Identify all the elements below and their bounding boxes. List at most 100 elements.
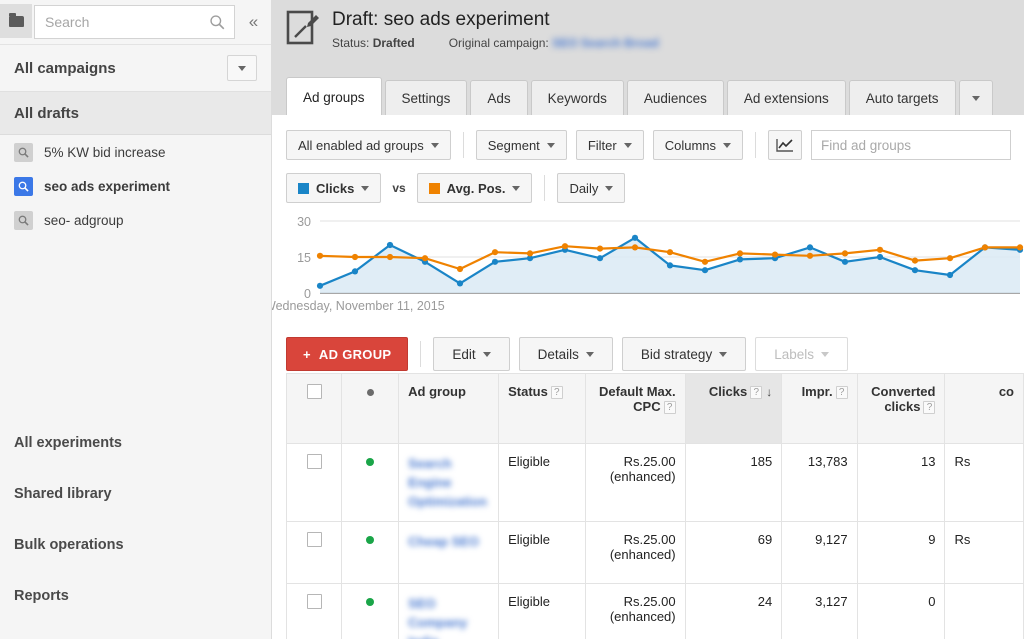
cpc-value: Rs.25.00: [623, 594, 676, 609]
columns-button[interactable]: Columns: [652, 130, 743, 160]
add-ad-group-button[interactable]: + AD GROUP: [286, 337, 409, 371]
header-ad-group[interactable]: Ad group: [398, 373, 500, 444]
select-all-checkbox[interactable]: [306, 384, 322, 399]
chevron-down-icon: [546, 142, 555, 148]
tab-ad-groups[interactable]: Ad groups: [286, 77, 382, 116]
impr-value: 3,127: [815, 594, 848, 609]
converted-clicks-value: 9: [928, 532, 936, 547]
row-cpc-cell: Rs.25.00 (enhanced): [585, 521, 686, 584]
table-row[interactable]: SEO Company India Eligible Rs.25.00(enha…: [285, 583, 1024, 639]
tab-auto-targets[interactable]: Auto targets: [848, 80, 956, 116]
search-field-wrap[interactable]: [34, 5, 235, 39]
draft-meta: Status: Drafted Original campaign: SEO S…: [332, 36, 659, 50]
original-campaign-value[interactable]: SEO Search Broad: [552, 36, 659, 50]
help-icon[interactable]: ?: [750, 386, 763, 399]
table-row[interactable]: Cheap SEO Eligible Rs.25.00 (enhanced) 69…: [285, 521, 1024, 584]
granularity-select[interactable]: Daily: [557, 173, 626, 203]
header-select-all[interactable]: [285, 373, 343, 444]
row-checkbox-cell[interactable]: [285, 583, 343, 639]
row-checkbox[interactable]: [306, 454, 322, 469]
bid-strategy-button[interactable]: Bid strategy: [621, 337, 747, 371]
row-ad-group-cell[interactable]: Search Engine Optimization: [398, 443, 500, 522]
tab-ad-extensions[interactable]: Ad extensions: [726, 80, 846, 116]
header-impressions[interactable]: Impr.?: [781, 373, 858, 444]
draft-header: Draft: seo ads experiment Status: Drafte…: [272, 0, 1024, 58]
tab-label: Ads: [487, 91, 511, 106]
details-button[interactable]: Details: [518, 337, 613, 371]
ad-groups-table-wrap: Ad group Status? Default Max. CPC? Click…: [272, 373, 1024, 639]
edit-label: Edit: [452, 346, 476, 362]
page-title: Draft: seo ads experiment: [332, 9, 550, 30]
row-checkbox[interactable]: [306, 532, 322, 547]
ad-group-link[interactable]: SEO Company India: [408, 594, 489, 639]
svg-text:30: 30: [297, 215, 311, 229]
table-body: Search Engine Optimization Eligible Rs.2…: [285, 443, 1024, 639]
header-clicks[interactable]: Clicks? ↓: [684, 373, 783, 444]
help-icon[interactable]: ?: [835, 386, 848, 399]
all-campaigns-dropdown-button[interactable]: [227, 55, 257, 81]
sidebar-draft-item-1[interactable]: seo ads experiment: [0, 169, 271, 203]
segment-button[interactable]: Segment: [475, 130, 567, 160]
row-ad-group-cell[interactable]: Cheap SEO: [398, 521, 500, 584]
cost-conv-value: Rs: [954, 454, 971, 469]
help-icon[interactable]: ?: [923, 401, 936, 414]
sidebar-item-all-drafts[interactable]: All drafts: [0, 91, 271, 135]
ad-group-view-select[interactable]: All enabled ad groups: [286, 130, 451, 160]
help-icon[interactable]: ?: [663, 401, 676, 414]
impr-value: 13,783: [807, 454, 848, 469]
chevron-down-icon: [971, 96, 980, 101]
table-row[interactable]: Search Engine Optimization Eligible Rs.2…: [285, 443, 1024, 522]
find-ad-groups-input[interactable]: [811, 130, 1011, 160]
ad-group-link[interactable]: Cheap SEO: [408, 532, 489, 551]
row-checkbox[interactable]: [306, 594, 322, 609]
secondary-metric-label: Avg. Pos.: [446, 180, 506, 196]
labels-button[interactable]: Labels: [755, 337, 848, 371]
tab-settings[interactable]: Settings: [384, 80, 468, 116]
sidebar-draft-item-0[interactable]: 5% KW bid increase: [0, 135, 271, 169]
tab-label: Ad groups: [303, 89, 365, 105]
divider: [755, 132, 756, 158]
header-status[interactable]: Status?: [498, 373, 587, 444]
line-chart-icon: [776, 138, 793, 152]
folder-icon[interactable]: [0, 4, 32, 38]
header-default-max-cpc[interactable]: Default Max. CPC?: [585, 373, 686, 444]
details-label: Details: [537, 346, 579, 362]
sidebar-item-reports[interactable]: Reports: [0, 570, 271, 621]
sidebar-item-bulk-operations[interactable]: Bulk operations: [0, 519, 271, 570]
tab-audiences[interactable]: Audiences: [626, 80, 724, 116]
help-icon[interactable]: ?: [550, 386, 563, 399]
ad-group-link[interactable]: Search Engine Optimization: [408, 454, 489, 511]
header-converted-clicks[interactable]: Converted clicks?: [856, 373, 946, 444]
tab-label: Settings: [401, 91, 451, 106]
filter-button[interactable]: Filter: [575, 130, 644, 160]
header-cost-per-converted-click[interactable]: co: [944, 373, 1024, 444]
sidebar-item-shared-library[interactable]: Shared library: [0, 468, 271, 519]
status-dot-icon: [366, 536, 375, 544]
main-panel: Draft: seo ads experiment Status: Drafte…: [272, 0, 1024, 639]
chart-start-date-label: Wednesday, November 11, 2015: [272, 299, 445, 313]
row-status-cell: Eligible: [498, 583, 587, 639]
sidebar-item-all-experiments[interactable]: All experiments: [0, 417, 271, 468]
sidebar-draft-item-2[interactable]: seo- adgroup: [0, 203, 271, 237]
bid-strategy-label: Bid strategy: [640, 346, 713, 362]
search-input[interactable]: [35, 6, 234, 38]
edit-button[interactable]: Edit: [433, 337, 510, 371]
row-ad-group-cell[interactable]: SEO Company India: [398, 583, 500, 639]
header-label: Impr.: [801, 384, 833, 399]
sidebar-collapse-button[interactable]: «: [235, 5, 271, 39]
sidebar-item-all-campaigns[interactable]: All campaigns: [0, 44, 271, 91]
primary-metric-label: Clicks: [316, 180, 355, 196]
row-checkbox-cell[interactable]: [285, 443, 343, 522]
secondary-metric-select[interactable]: Avg. Pos.: [416, 173, 533, 203]
primary-metric-select[interactable]: Clicks: [286, 173, 382, 203]
row-checkbox-cell[interactable]: [285, 521, 343, 584]
sidebar-search-row: «: [0, 0, 271, 44]
tab-ads[interactable]: Ads: [470, 80, 528, 116]
performance-chart[interactable]: 0 15 30 Wednesday, November 11, 2015: [272, 211, 1024, 321]
toggle-chart-button[interactable]: [768, 130, 802, 160]
add-ad-group-label: AD GROUP: [318, 346, 392, 362]
tab-keywords[interactable]: Keywords: [530, 80, 624, 116]
converted-clicks-value: 0: [928, 594, 936, 609]
tab-overflow-button[interactable]: [958, 80, 993, 116]
